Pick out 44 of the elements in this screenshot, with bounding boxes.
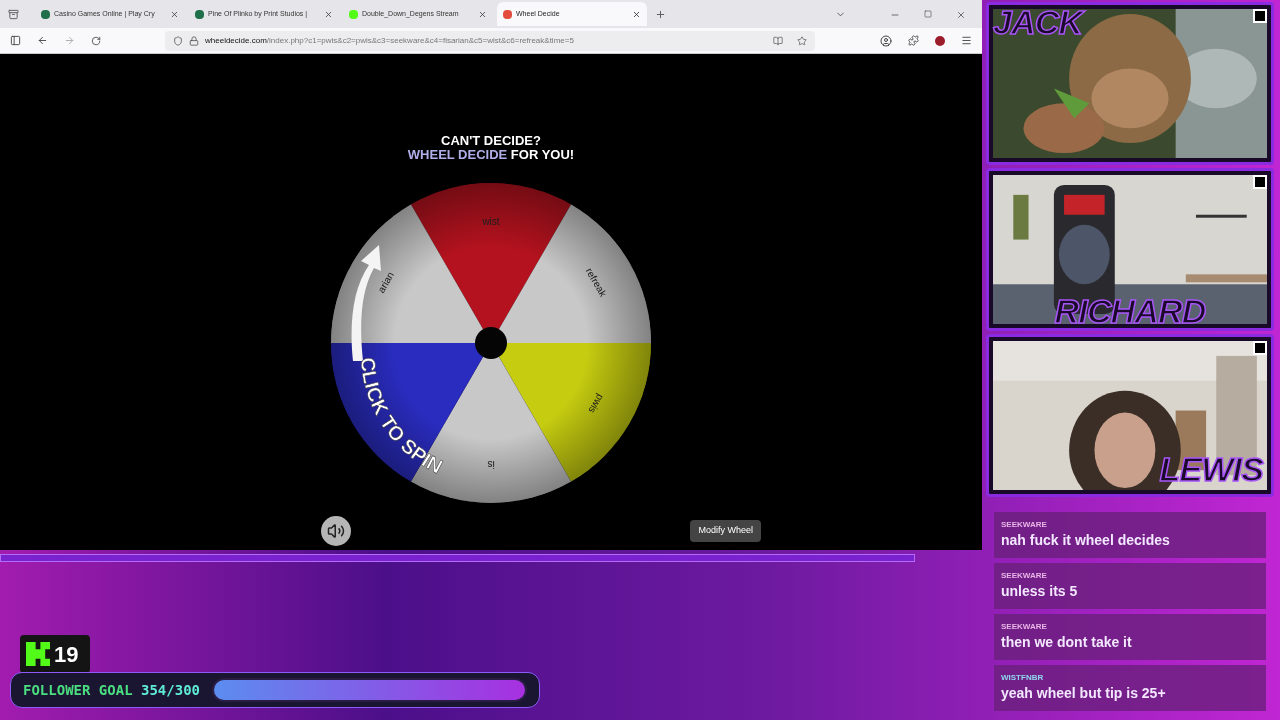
lock-icon[interactable]: [189, 35, 199, 46]
tab-actions-icon[interactable]: [8, 9, 19, 20]
chat-username: WISTFNBR: [1001, 673, 1045, 683]
square-icon: [1253, 341, 1267, 355]
cam-name: JACK: [993, 5, 1083, 39]
close-icon[interactable]: [478, 9, 487, 19]
speaker-icon: [327, 522, 345, 540]
chat-username: SEEKWARE: [1001, 571, 1048, 581]
bookmark-icon[interactable]: [797, 35, 807, 46]
wheel-hub: [475, 327, 507, 359]
modify-wheel-button[interactable]: Modify Wheel: [690, 520, 761, 542]
kick-logo-icon: [26, 642, 50, 666]
chat-text: nah fuck it wheel decides: [1001, 531, 1171, 550]
close-icon[interactable]: [632, 9, 641, 19]
chat-text: unless its 5: [1001, 582, 1079, 601]
back-icon[interactable]: [37, 35, 48, 46]
new-tab-icon[interactable]: [655, 9, 666, 20]
close-icon[interactable]: [170, 9, 179, 19]
shield-icon[interactable]: [173, 35, 183, 46]
chat-username: SEEKWARE: [1001, 520, 1048, 530]
square-icon: [1253, 175, 1267, 189]
sound-button[interactable]: [321, 516, 351, 546]
chat-text: then we dont take it: [1001, 633, 1133, 652]
menu-icon[interactable]: [961, 35, 972, 46]
segment-label: is: [487, 459, 495, 470]
extensions-icon[interactable]: [908, 35, 919, 46]
account-icon[interactable]: [880, 34, 892, 47]
reader-icon[interactable]: [773, 35, 783, 46]
square-icon: [1253, 9, 1267, 23]
extension-icon[interactable]: [935, 35, 945, 46]
url-text: wheeldecide.com/index.php?c1=pwis&c2=pwis&c3=seekware&c4=fisarian&c5=wist&c6=refreak&time=5: [205, 34, 574, 47]
follower-count: 19: [54, 640, 79, 669]
close-icon[interactable]: [956, 10, 966, 20]
segment-label: wist: [482, 216, 500, 227]
page-subheading: WHEEL DECIDE FOR YOU!: [407, 148, 575, 162]
page-heading: CAN'T DECIDE?: [441, 134, 541, 148]
reload-icon[interactable]: [91, 35, 101, 46]
goal-label: FOLLOWER GOAL 354/300: [23, 680, 201, 700]
address-bar[interactable]: wheeldecide.com/index.php?c1=pwis&c2=pwis&c3=seekware&c4=fisarian&c5=wist&c6=refreak&time=5: [165, 30, 815, 51]
chat-text: yeah wheel but tip is 25+: [1001, 684, 1167, 703]
close-icon[interactable]: [324, 9, 333, 19]
cam-name: RICHARD: [1054, 294, 1206, 328]
sidebar-icon[interactable]: [10, 35, 21, 46]
chat-username: SEEKWARE: [1001, 622, 1048, 632]
